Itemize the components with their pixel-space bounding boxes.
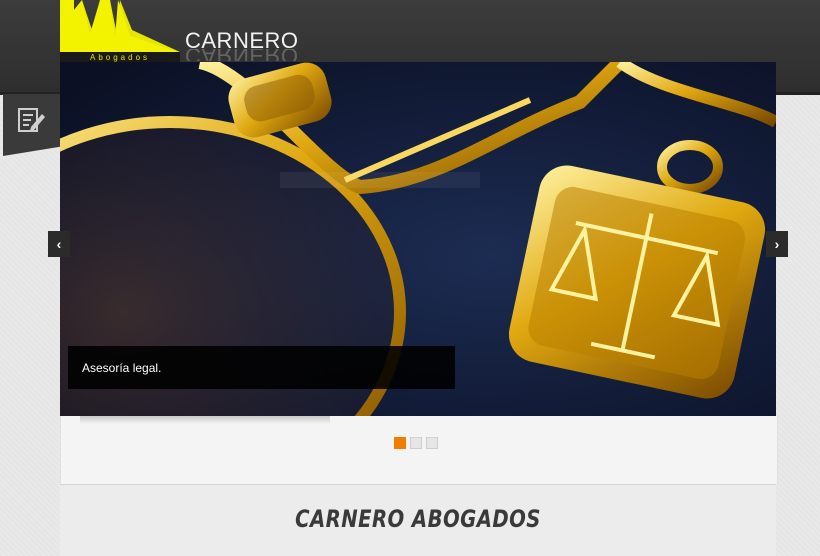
slide-dot-1[interactable] — [394, 437, 406, 449]
chevron-right-icon[interactable]: › — [766, 231, 788, 257]
prev-glyph: ‹ — [56, 236, 62, 252]
slider-pagination — [394, 437, 438, 449]
slider-shadow — [80, 416, 330, 424]
slide-caption: Asesoría legal. — [68, 346, 455, 389]
slide-dot-3[interactable] — [426, 437, 438, 449]
brand-reflection: CARNERO — [185, 49, 299, 61]
slider-footer — [60, 416, 778, 484]
edit-note-icon — [18, 108, 45, 132]
image-slider[interactable]: Asesoría legal. — [60, 62, 776, 416]
chevron-left-icon[interactable]: ‹ — [48, 231, 70, 257]
ghost-bar — [280, 172, 480, 188]
logo-text: Abogados — [90, 53, 150, 62]
logo[interactable]: Abogados — [60, 0, 185, 62]
page-title: CARNERO ABOGADOS — [295, 505, 541, 533]
side-tab[interactable] — [3, 94, 60, 156]
slide-dot-2[interactable] — [410, 437, 422, 449]
next-glyph: › — [774, 236, 780, 252]
title-panel: CARNERO ABOGADOS — [60, 484, 776, 556]
